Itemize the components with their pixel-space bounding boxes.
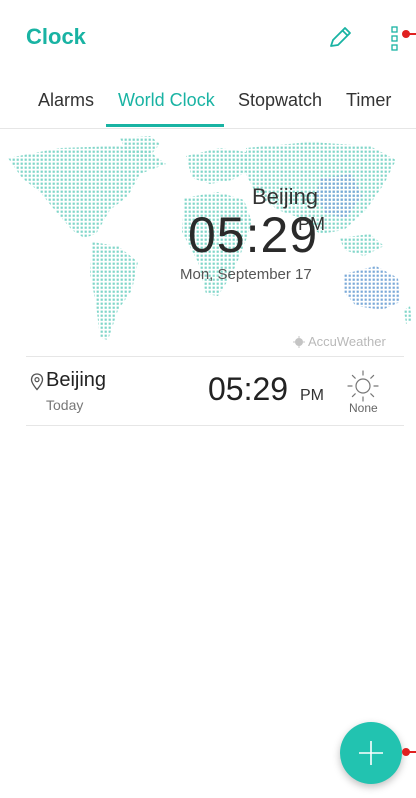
- hero-ampm: PM: [298, 214, 325, 234]
- tab-timer[interactable]: Timer: [346, 90, 391, 111]
- clock-day: Today: [46, 397, 84, 413]
- annotation-line: [406, 33, 416, 35]
- tab-alarms[interactable]: Alarms: [38, 90, 94, 111]
- weather-provider: AccuWeather: [308, 334, 386, 349]
- more-vertical-icon[interactable]: [388, 24, 402, 54]
- sun-icon: [347, 370, 379, 402]
- plus-icon: [359, 741, 383, 765]
- annotation-line: [406, 751, 416, 753]
- clock-ampm: PM: [300, 387, 324, 404]
- tab-world-clock[interactable]: World Clock: [118, 90, 215, 111]
- add-city-button[interactable]: [340, 722, 402, 784]
- tab-stopwatch[interactable]: Stopwatch: [238, 90, 322, 111]
- pencil-icon[interactable]: [326, 24, 354, 52]
- list-item[interactable]: Beijing Today 05:29 PM None: [26, 356, 404, 426]
- hero-date: Mon, September 17: [180, 266, 312, 283]
- clock-weather: None: [349, 401, 378, 415]
- location-pin-icon: [30, 373, 44, 391]
- clock-time: 05:29: [208, 371, 289, 407]
- app-title: Clock: [26, 24, 86, 49]
- tab-bar: Alarms World Clock Stopwatch Timer: [0, 80, 416, 129]
- active-tab-indicator: [106, 124, 224, 127]
- clock-city: Beijing: [46, 369, 107, 391]
- app-bar: Clock: [0, 0, 416, 76]
